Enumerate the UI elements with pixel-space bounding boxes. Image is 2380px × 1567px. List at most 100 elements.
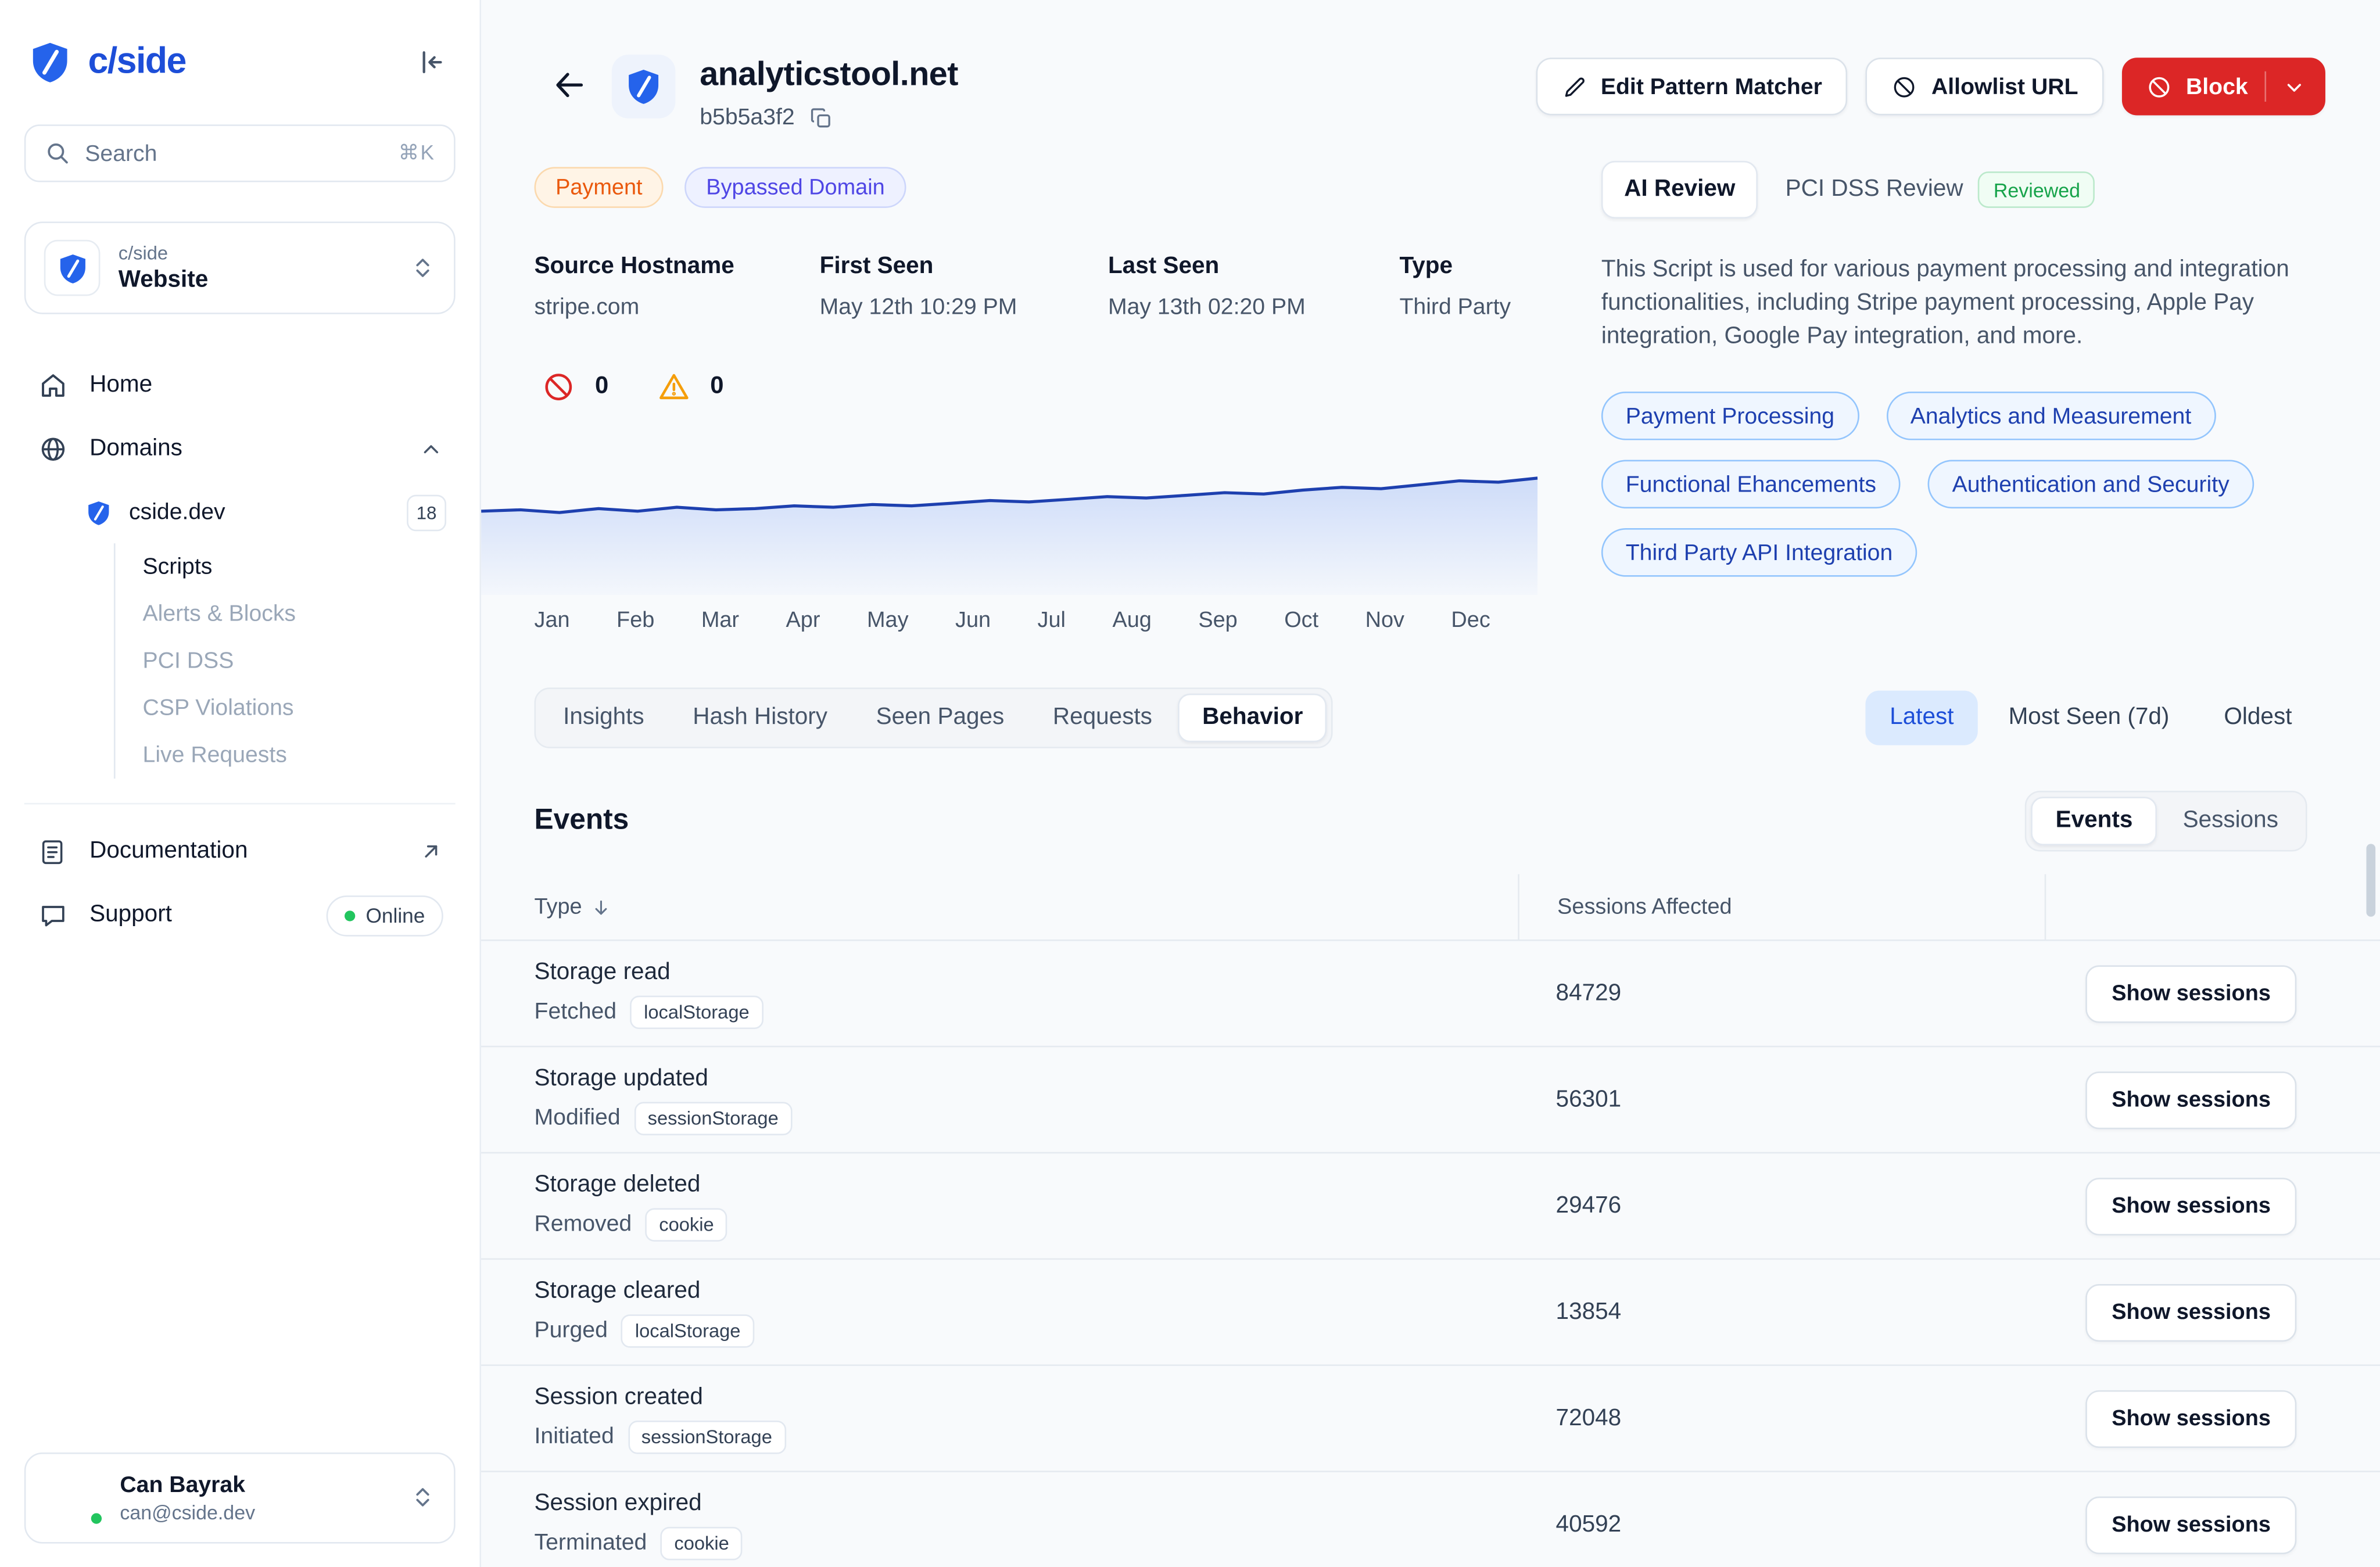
- allowlist-url-button[interactable]: Allowlist URL: [1866, 58, 2104, 115]
- traffic-chart-svg: [481, 436, 1537, 595]
- storage-kind-badge: cookie: [661, 1526, 743, 1559]
- scrollbar-thumb[interactable]: [2366, 844, 2375, 916]
- sidebar: c/side Search ⌘K: [0, 0, 481, 1567]
- show-sessions-button[interactable]: Show sessions: [2086, 964, 2296, 1022]
- ai-review-description: This Script is used for various payment …: [1601, 253, 2312, 353]
- block-label: Block: [2186, 74, 2248, 99]
- category-pill: Authentication and Security: [1928, 460, 2254, 509]
- search-icon: [44, 139, 71, 167]
- month-tick-label: Mar: [701, 609, 739, 633]
- workspace-selector[interactable]: c/side Website: [24, 221, 456, 314]
- show-sessions-button[interactable]: Show sessions: [2086, 1071, 2296, 1128]
- blocked-count: 0: [595, 374, 608, 401]
- script-shield-icon: [612, 55, 676, 119]
- storage-kind-badge: localStorage: [630, 995, 764, 1028]
- support-status-badge: Online: [327, 895, 443, 936]
- event-row: Storage deleted Removed cookie 29476 Sho…: [481, 1153, 2380, 1260]
- events-table-body: Storage read Fetched localStorage 84729 …: [481, 941, 2380, 1567]
- review-panel: AI Review PCI DSS Review Reviewed This S…: [1601, 161, 2330, 577]
- sidebar-nav: Home Domains: [24, 354, 456, 947]
- column-header-sessions[interactable]: Sessions Affected: [1518, 874, 2046, 940]
- storage-kind-badge: sessionStorage: [634, 1101, 792, 1134]
- copy-icon[interactable]: [808, 106, 833, 130]
- chevron-down-icon[interactable]: [2283, 75, 2306, 98]
- ban-icon: [2146, 74, 2172, 99]
- show-sessions-button[interactable]: Show sessions: [2086, 1496, 2296, 1553]
- event-type: Session expired: [535, 1490, 1518, 1517]
- back-button[interactable]: [551, 67, 587, 103]
- content-tab-bar: Insights Hash History Seen Pages Request…: [535, 687, 1334, 748]
- user-account-selector[interactable]: Can Bayrak can@cside.dev: [24, 1452, 456, 1543]
- column-header-type[interactable]: Type: [481, 874, 1518, 940]
- sidebar-subitem[interactable]: PCI DSS: [143, 637, 456, 684]
- home-icon: [37, 370, 69, 400]
- tab-ai-review[interactable]: AI Review: [1601, 161, 1758, 218]
- meta-label: Source Hostname: [535, 253, 820, 281]
- search-input[interactable]: Search ⌘K: [24, 124, 456, 182]
- show-sessions-button[interactable]: Show sessions: [2086, 1177, 2296, 1235]
- meta-value: May 12th 10:29 PM: [820, 295, 1108, 320]
- sidebar-subitem[interactable]: Scripts: [143, 543, 456, 590]
- event-action: Modified: [535, 1105, 621, 1131]
- sidebar-item-domains[interactable]: Domains: [24, 417, 456, 481]
- edit-pattern-matcher-button[interactable]: Edit Pattern Matcher: [1536, 58, 1848, 115]
- workspace-org: c/side: [119, 242, 392, 264]
- sessions-affected-value: 56301: [1518, 1086, 2046, 1113]
- content-tab[interactable]: Hash History: [670, 694, 850, 743]
- view-toggle-option[interactable]: Events: [2031, 797, 2157, 845]
- event-action: Fetched: [535, 999, 617, 1024]
- sessions-affected-value: 84729: [1518, 980, 2046, 1007]
- collapse-sidebar-icon[interactable]: [413, 45, 446, 78]
- month-tick-label: Apr: [786, 609, 820, 633]
- content-tab[interactable]: Insights: [540, 694, 667, 743]
- event-action: Terminated: [535, 1530, 647, 1555]
- view-toggle-option[interactable]: Sessions: [2160, 797, 2301, 845]
- sidebar-subitem[interactable]: Alerts & Blocks: [143, 590, 456, 637]
- content-tab[interactable]: Requests: [1030, 694, 1175, 743]
- workspace-name: Website: [119, 266, 392, 293]
- sidebar-item-cside-dev[interactable]: cside.dev 18: [24, 481, 456, 543]
- slash-circle-icon: [1892, 74, 1917, 99]
- chevrons-up-down-icon: [410, 1484, 435, 1510]
- domain-count-badge: 18: [407, 494, 446, 530]
- sort-option[interactable]: Most Seen (7d): [1984, 691, 2193, 745]
- sidebar-item-label: Domains: [89, 436, 397, 463]
- traffic-chart: [481, 436, 1537, 595]
- sidebar-item-documentation[interactable]: Documentation: [24, 820, 456, 884]
- show-sessions-button[interactable]: Show sessions: [2086, 1390, 2296, 1447]
- domain-shield-icon: [85, 499, 112, 526]
- sidebar-item-label: Home: [89, 372, 443, 399]
- sidebar-subitem[interactable]: Live Requests: [143, 731, 456, 779]
- events-section-title: Events: [535, 804, 629, 837]
- sidebar-subitem[interactable]: CSP Violations: [143, 684, 456, 731]
- sort-arrow-down-icon: [591, 897, 612, 918]
- event-type: Session created: [535, 1383, 1518, 1411]
- events-view-toggle: Events Sessions: [2025, 791, 2307, 851]
- blocked-counter: 0: [542, 370, 609, 403]
- sidebar-item-home[interactable]: Home: [24, 354, 456, 418]
- domain-subnav: Scripts Alerts & Blocks PCI DSS CSP Viol…: [114, 543, 456, 779]
- event-type: Storage cleared: [535, 1277, 1518, 1304]
- sort-option[interactable]: Latest: [1865, 691, 1978, 745]
- meta-value: stripe.com: [535, 295, 820, 320]
- event-row: Session created Initiated sessionStorage…: [481, 1366, 2380, 1472]
- column-label: Sessions Affected: [1557, 895, 1732, 919]
- globe-icon: [37, 434, 69, 464]
- month-tick-label: Nov: [1365, 609, 1404, 633]
- show-sessions-button[interactable]: Show sessions: [2086, 1283, 2296, 1341]
- content-tab[interactable]: Seen Pages: [853, 694, 1027, 743]
- document-icon: [37, 837, 69, 866]
- events-table-header: Type Sessions Affected: [481, 874, 2380, 941]
- meta-label: First Seen: [820, 253, 1108, 281]
- tab-pci-dss-review[interactable]: PCI DSS Review Reviewed: [1764, 161, 2117, 218]
- block-button[interactable]: Block: [2122, 58, 2325, 115]
- column-label: Type: [535, 895, 582, 919]
- sidebar-item-support[interactable]: Support Online: [24, 883, 456, 947]
- sort-options: Latest Most Seen (7d) Oldest: [1865, 691, 2316, 745]
- content-tab[interactable]: Behavior: [1178, 694, 1327, 743]
- chevron-up-icon: [419, 437, 443, 461]
- chart-month-axis: Jan Feb Mar Apr May Jun Jul Aug Sep Oct …: [535, 609, 1491, 633]
- sidebar-item-label: Support: [89, 902, 172, 929]
- event-type: Storage updated: [535, 1064, 1518, 1092]
- sort-option[interactable]: Oldest: [2200, 691, 2317, 745]
